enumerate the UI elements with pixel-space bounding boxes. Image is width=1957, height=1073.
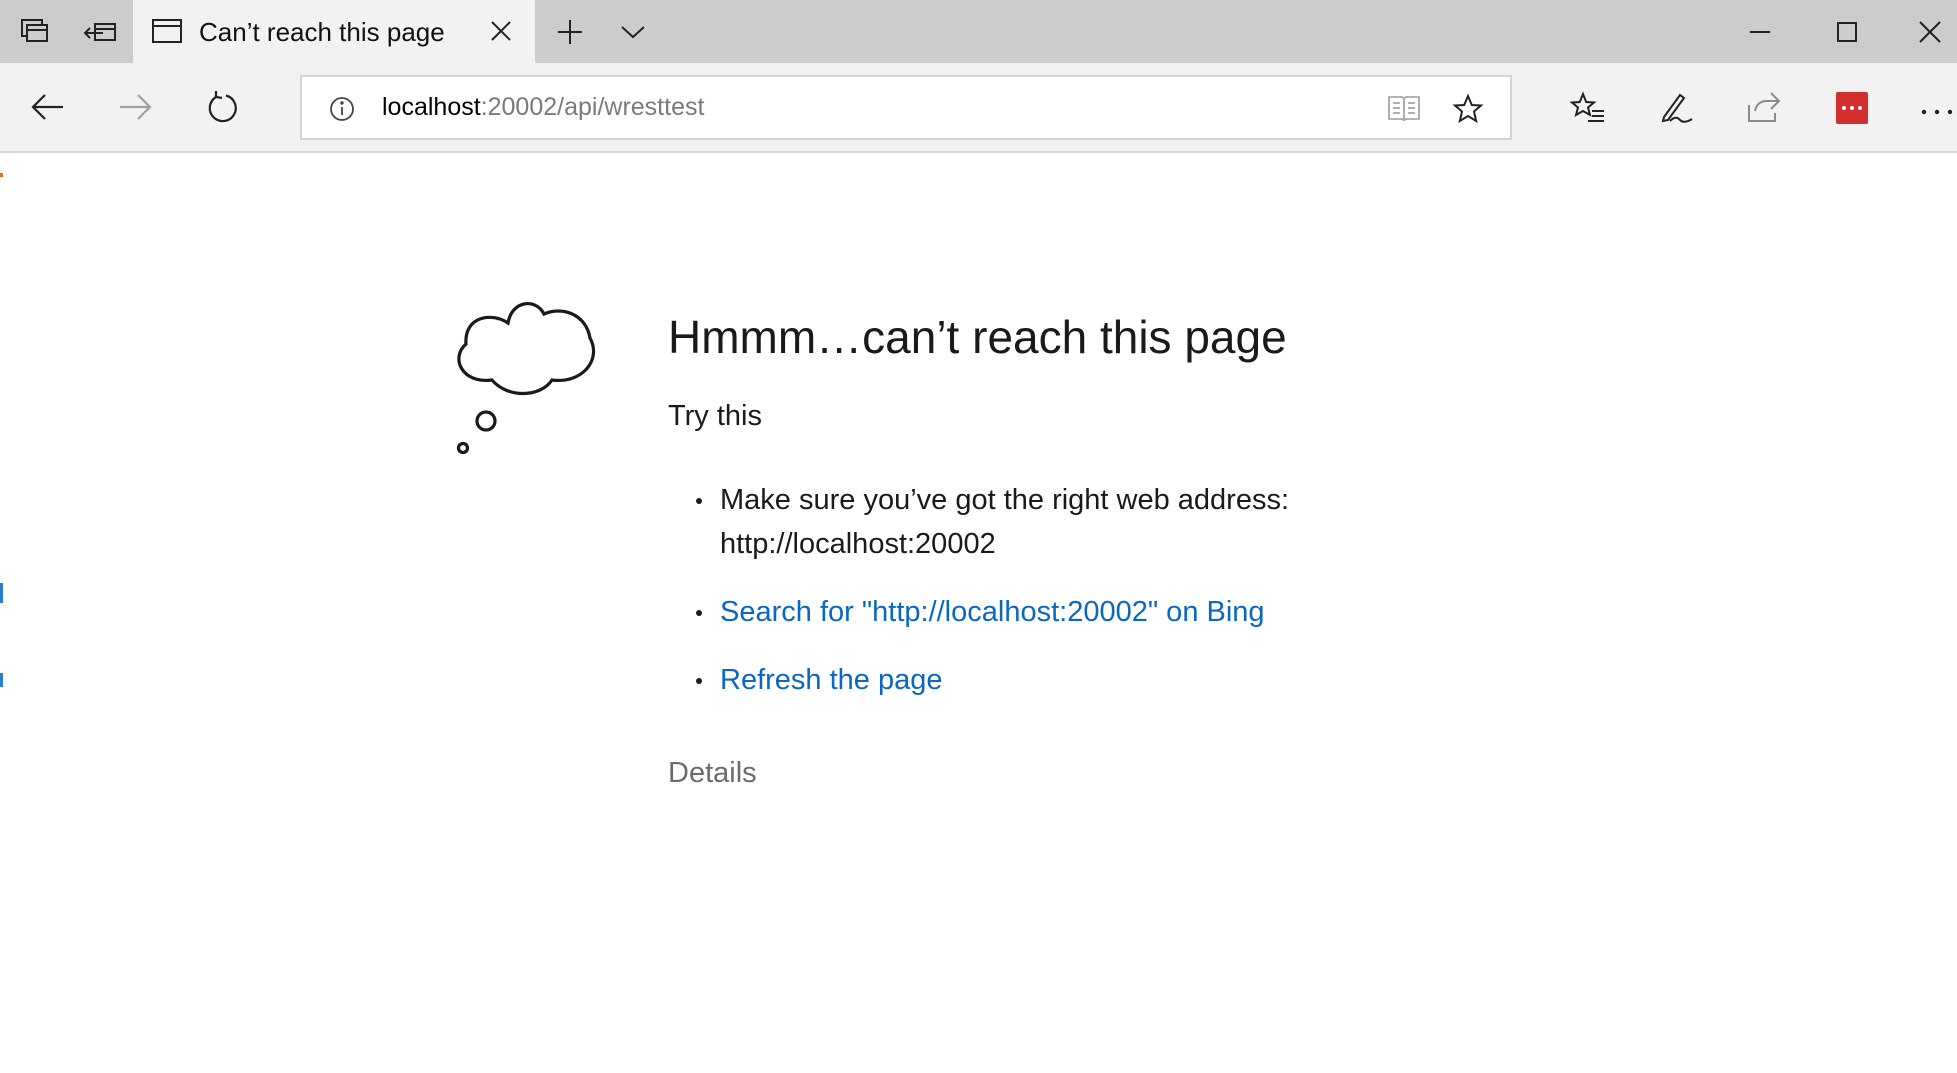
address-path: :20002/api/wresttest — [480, 93, 705, 121]
title-bar: Can’t reach this page — [0, 0, 1957, 63]
web-note-icon[interactable] — [1658, 91, 1694, 130]
tab-list-icon[interactable] — [608, 0, 658, 63]
tab-preview-icon[interactable] — [10, 0, 60, 63]
minimize-icon[interactable] — [1730, 0, 1790, 63]
address-text[interactable]: localhost:20002/api/wresttest — [382, 93, 704, 122]
edge-accent — [0, 173, 3, 177]
suggestion-check-address: Make sure you’ve got the right web addre… — [668, 478, 1368, 566]
close-icon[interactable] — [1903, 0, 1957, 63]
try-this-label: Try this — [668, 400, 762, 432]
maximize-icon[interactable] — [1817, 0, 1877, 63]
back-icon[interactable] — [30, 91, 66, 128]
refresh-page-link[interactable]: Refresh the page — [720, 664, 942, 696]
page-icon — [151, 18, 183, 49]
active-tab[interactable]: Can’t reach this page — [133, 0, 535, 63]
more-icon[interactable] — [1920, 103, 1954, 121]
edge-accent — [0, 673, 3, 687]
new-tab-icon[interactable] — [545, 0, 595, 63]
error-page: Hmmm…can’t reach this page Try this Make… — [0, 153, 1957, 1073]
navigation-bar: localhost:20002/api/wresttest — [0, 63, 1957, 153]
tab-close-icon[interactable] — [489, 19, 513, 48]
forward-icon[interactable] — [117, 91, 153, 128]
error-heading: Hmmm…can’t reach this page — [668, 311, 1287, 363]
suggestion-search-bing: Search for "http://localhost:20002" on B… — [668, 590, 1265, 634]
address-bar[interactable]: localhost:20002/api/wresttest — [300, 75, 1512, 140]
lastpass-icon[interactable] — [1836, 92, 1868, 124]
thought-cloud-icon — [456, 302, 596, 455]
search-bing-link[interactable]: Search for "http://localhost:20002" on B… — [720, 596, 1265, 628]
tab-title: Can’t reach this page — [199, 17, 445, 47]
favorites-icon[interactable] — [1569, 91, 1606, 130]
details-toggle[interactable]: Details — [668, 757, 757, 790]
share-icon[interactable] — [1745, 91, 1781, 128]
add-favorite-star-icon[interactable] — [1452, 93, 1484, 130]
site-info-icon[interactable] — [328, 95, 356, 128]
edge-accent — [0, 583, 3, 603]
reading-view-icon[interactable] — [1387, 93, 1421, 128]
suggestion-refresh: Refresh the page — [668, 658, 942, 702]
refresh-icon[interactable] — [206, 91, 240, 130]
address-host: localhost — [382, 93, 481, 121]
set-tabs-aside-icon[interactable] — [75, 0, 125, 63]
